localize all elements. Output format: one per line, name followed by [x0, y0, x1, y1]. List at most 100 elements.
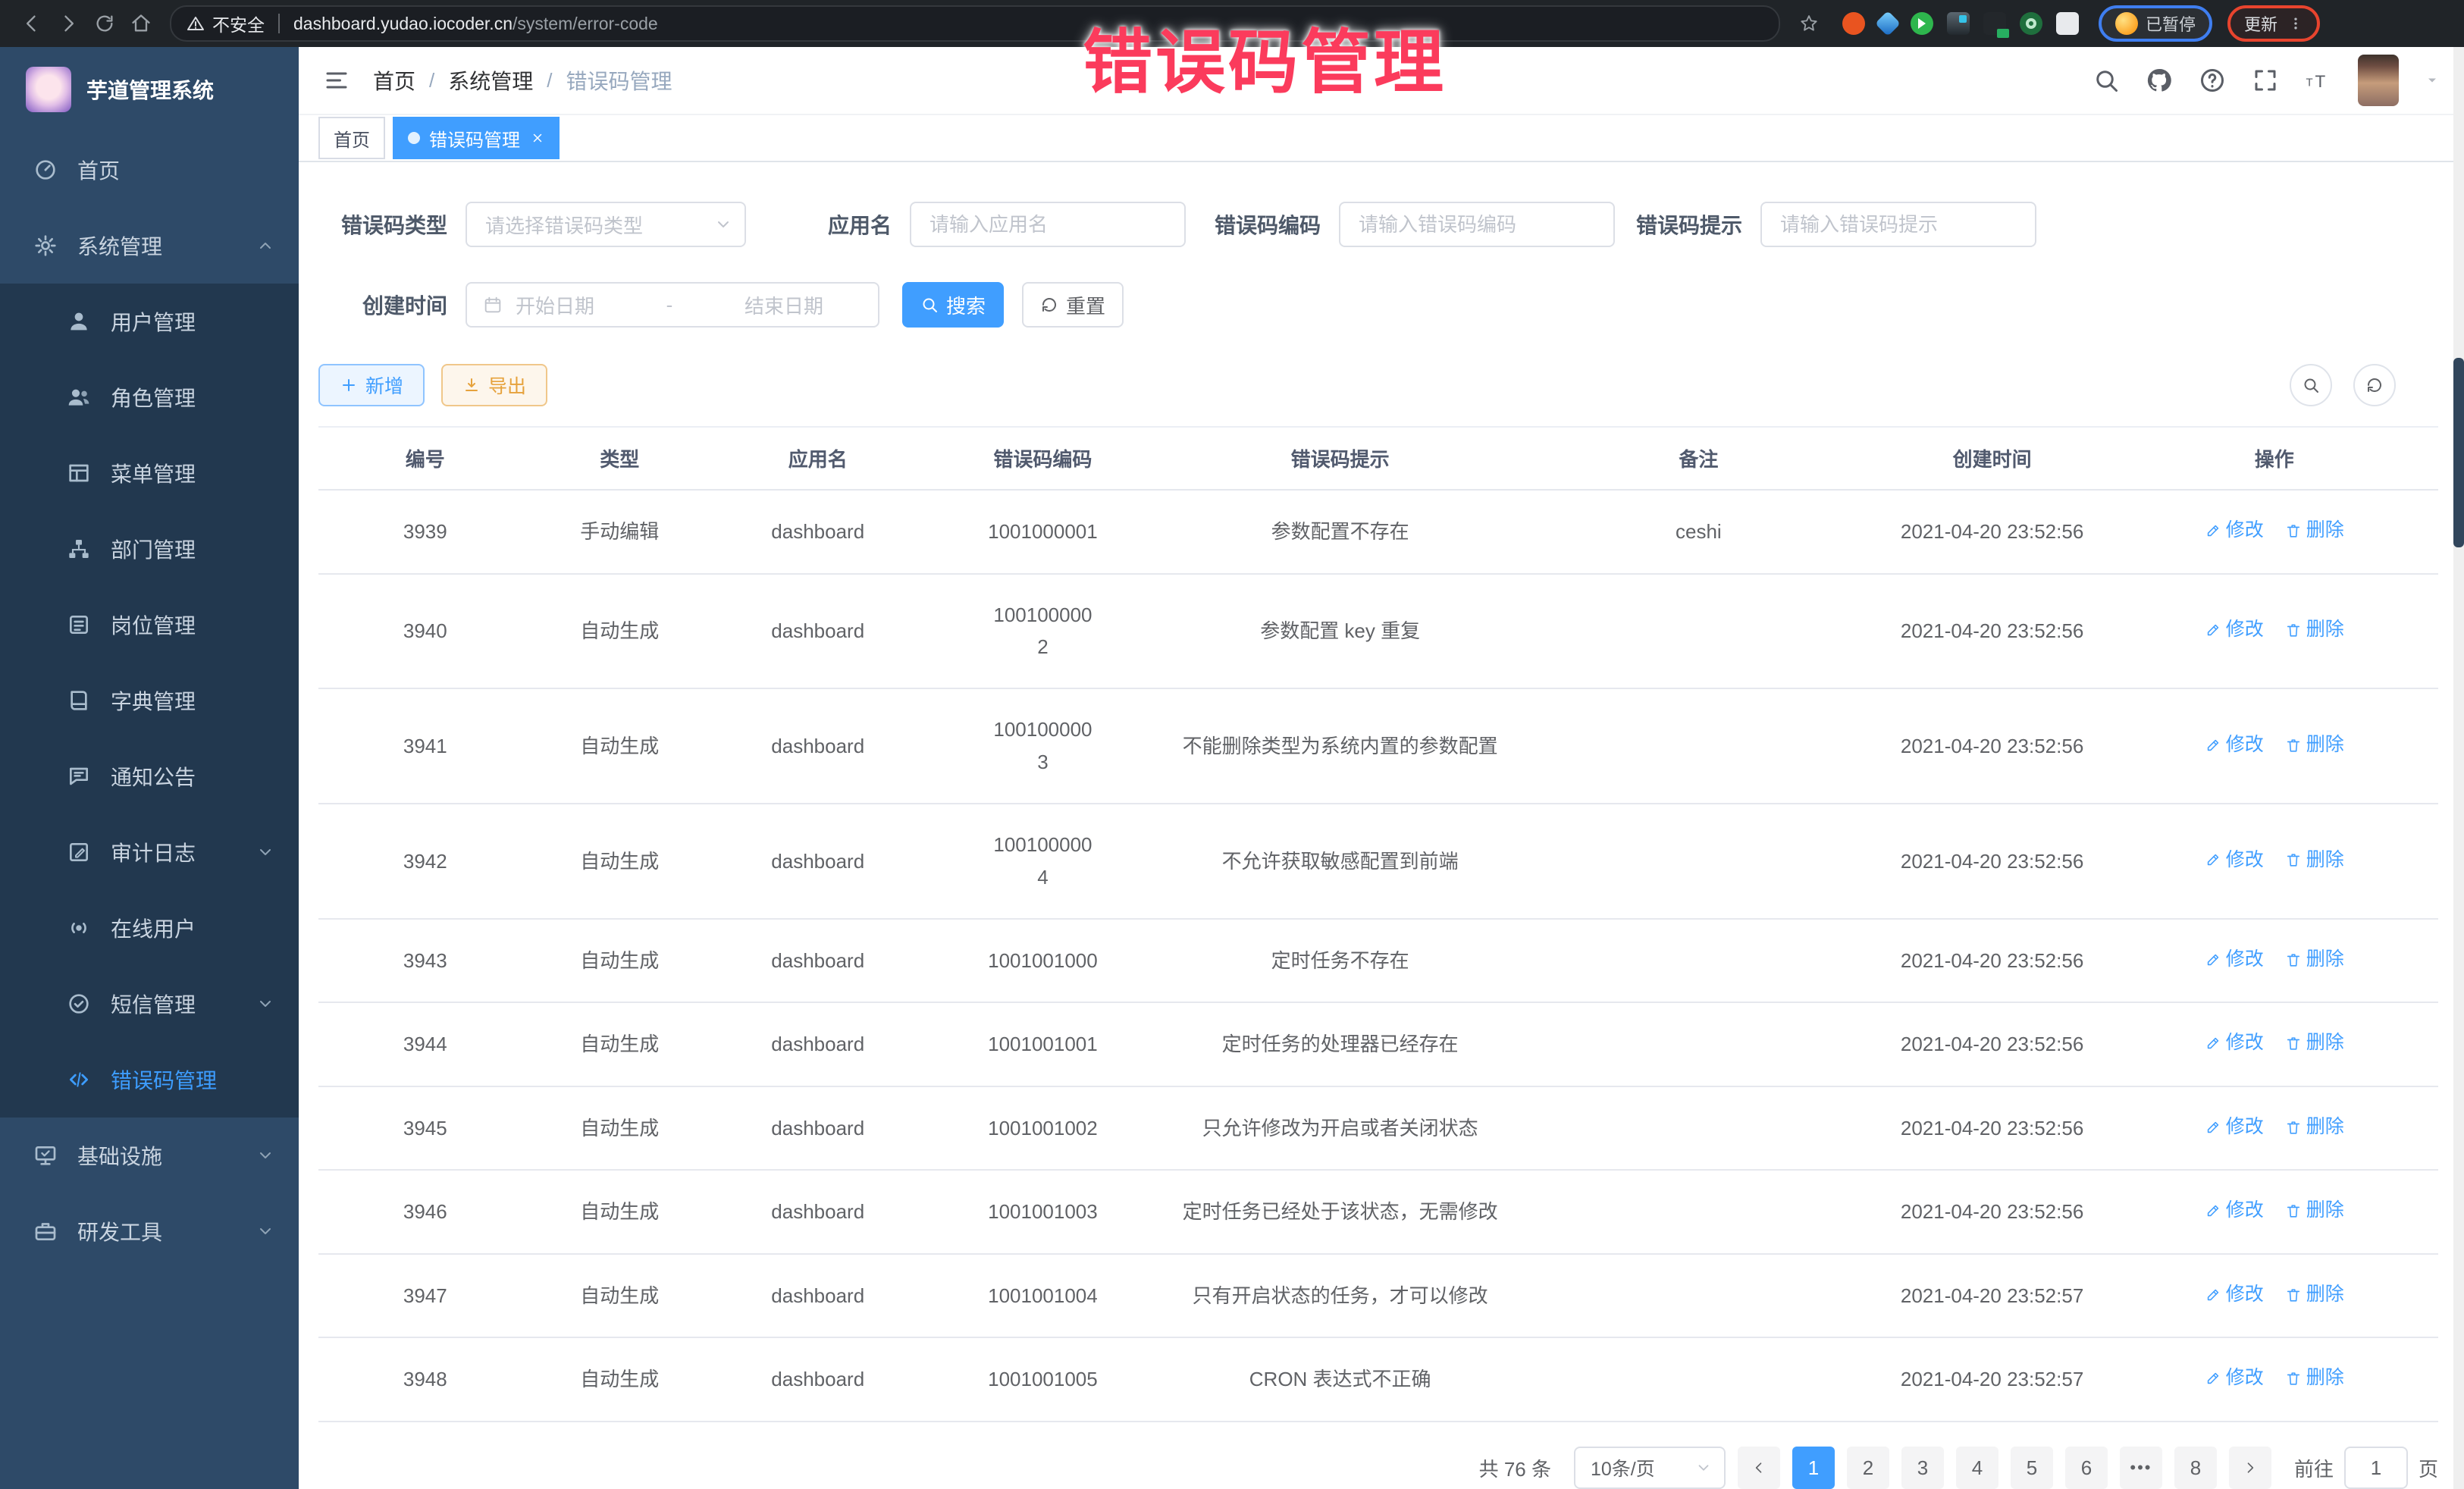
browser-update-button[interactable]: 更新 — [2227, 5, 2320, 42]
date-range-picker[interactable]: 开始日期 - 结束日期 — [466, 282, 879, 328]
page-6-button[interactable]: 6 — [2065, 1447, 2108, 1489]
delete-link[interactable]: 删除 — [2285, 1027, 2344, 1058]
error-hint-input[interactable] — [1762, 203, 2035, 246]
refresh-table-button[interactable] — [2353, 364, 2396, 406]
edit-link[interactable]: 修改 — [2205, 1279, 2264, 1310]
delete-link[interactable]: 删除 — [2285, 614, 2344, 645]
export-button[interactable]: 导出 — [441, 364, 547, 406]
sidebar-item-audit-log[interactable]: 审计日志 — [0, 814, 299, 890]
extension-blue-gem-icon[interactable] — [1875, 11, 1901, 36]
error-code-input[interactable] — [1340, 203, 1613, 246]
tab-item[interactable]: 首页 — [318, 117, 385, 159]
app-logo[interactable]: 芋道管理系统 — [0, 47, 299, 132]
sidebar-item-role[interactable]: 角色管理 — [0, 359, 299, 435]
chevron-down-icon — [256, 1222, 274, 1240]
extension-orange-circle-icon[interactable] — [1842, 12, 1865, 35]
page-size-select[interactable]: 10条/页 — [1574, 1447, 1726, 1489]
delete-link[interactable]: 删除 — [2285, 1362, 2344, 1393]
sidebar-item-system[interactable]: 系统管理 — [0, 208, 299, 284]
delete-link[interactable]: 删除 — [2285, 944, 2344, 975]
sidebar-item-dept[interactable]: 部门管理 — [0, 511, 299, 587]
breadcrumb-item[interactable]: 系统管理 — [448, 65, 533, 96]
delete-link[interactable]: 删除 — [2285, 845, 2344, 876]
sidebar-item-menu[interactable]: 菜单管理 — [0, 435, 299, 511]
cell-app: dashboard — [707, 1002, 929, 1086]
edit-link[interactable]: 修改 — [2205, 845, 2264, 876]
extension-green-play-icon[interactable] — [1911, 12, 1933, 35]
page-more-button[interactable]: ••• — [2120, 1447, 2162, 1489]
sidebar-item-post[interactable]: 岗位管理 — [0, 587, 299, 663]
tab-active[interactable]: 错误码管理 — [393, 117, 560, 159]
extension-grid-icon[interactable] — [1947, 12, 1970, 35]
page-scrollbar[interactable] — [2453, 47, 2464, 1489]
goto-page-input[interactable] — [2344, 1447, 2408, 1489]
page-4-button[interactable]: 4 — [1956, 1447, 1998, 1489]
address-bar[interactable]: 不安全 dashboard.yudao.iocoder.cn/system/er… — [170, 5, 1780, 42]
delete-link[interactable]: 删除 — [2285, 515, 2344, 546]
help-icon[interactable] — [2199, 67, 2226, 94]
browser-menu-icon[interactable] — [2288, 13, 2303, 34]
edit-link[interactable]: 修改 — [2205, 1362, 2264, 1393]
header-search-icon[interactable] — [2093, 67, 2120, 94]
delete-link[interactable]: 删除 — [2285, 1111, 2344, 1143]
sidebar-item-dev-tools[interactable]: 研发工具 — [0, 1193, 299, 1269]
edit-icon — [2205, 1119, 2221, 1136]
breadcrumb-item[interactable]: 首页 — [373, 65, 415, 96]
bookmark-star-icon[interactable] — [1792, 7, 1826, 40]
edit-link[interactable]: 修改 — [2205, 1027, 2264, 1058]
next-page-button[interactable] — [2229, 1447, 2271, 1489]
page-2-button[interactable]: 2 — [1847, 1447, 1889, 1489]
extension-tab-manager-icon[interactable] — [1983, 12, 2006, 35]
search-button[interactable]: 搜索 — [902, 282, 1004, 328]
font-size-icon[interactable]: TT — [2305, 67, 2332, 94]
reload-icon[interactable] — [88, 7, 121, 40]
edit-link[interactable]: 修改 — [2205, 729, 2264, 760]
delete-link[interactable]: 删除 — [2285, 1195, 2344, 1226]
fullscreen-icon[interactable] — [2252, 67, 2279, 94]
cell-note — [1523, 574, 1874, 689]
cell-time: 2021-04-20 23:52:56 — [1874, 688, 2111, 804]
forward-icon[interactable] — [52, 7, 85, 40]
sidebar-item-home[interactable]: 首页 — [0, 132, 299, 208]
github-icon[interactable] — [2146, 67, 2173, 94]
cell-type: 自动生成 — [532, 1254, 707, 1338]
sidebar-item-user[interactable]: 用户管理 — [0, 284, 299, 359]
edit-link[interactable]: 修改 — [2205, 1111, 2264, 1143]
edit-link[interactable]: 修改 — [2205, 944, 2264, 975]
sidebar-item-sms[interactable]: 短信管理 — [0, 966, 299, 1042]
extension-puzzle-icon[interactable] — [2056, 12, 2079, 35]
total-count: 共 76 条 — [1479, 1454, 1551, 1482]
reset-button[interactable]: 重置 — [1022, 282, 1124, 328]
scrollbar-thumb[interactable] — [2453, 358, 2464, 547]
page-3-button[interactable]: 3 — [1901, 1447, 1944, 1489]
page-8-button[interactable]: 8 — [2174, 1447, 2217, 1489]
edit-link[interactable]: 修改 — [2205, 515, 2264, 546]
org-icon — [67, 537, 91, 561]
delete-link[interactable]: 删除 — [2285, 729, 2344, 760]
delete-link[interactable]: 删除 — [2285, 1279, 2344, 1310]
sidebar-item-error-code[interactable]: 错误码管理 — [0, 1042, 299, 1118]
page-5-button[interactable]: 5 — [2011, 1447, 2053, 1489]
sidebar-item-dict[interactable]: 字典管理 — [0, 663, 299, 738]
home-icon[interactable] — [124, 7, 158, 40]
sidebar-item-infra[interactable]: 基础设施 — [0, 1118, 299, 1193]
close-icon[interactable] — [531, 131, 544, 145]
show-search-toggle-button[interactable] — [2290, 364, 2332, 406]
hamburger-icon[interactable] — [323, 67, 350, 94]
edit-link[interactable]: 修改 — [2205, 614, 2264, 645]
back-icon[interactable] — [15, 7, 49, 40]
add-button[interactable]: 新增 — [318, 364, 425, 406]
sidebar-item-notice[interactable]: 通知公告 — [0, 738, 299, 814]
error-type-select[interactable]: 请选择错误码类型 — [466, 202, 746, 247]
app-name-input[interactable] — [911, 203, 1184, 246]
page-1-button[interactable]: 1 — [1792, 1447, 1835, 1489]
browser-profile-chip[interactable]: 已暂停 — [2099, 5, 2212, 42]
avatar-caret-icon[interactable] — [2425, 73, 2440, 88]
prev-page-button[interactable] — [1738, 1447, 1780, 1489]
cell-time: 2021-04-20 23:52:56 — [1874, 574, 2111, 689]
sidebar-item-online-user[interactable]: 在线用户 — [0, 890, 299, 966]
cell-type: 自动生成 — [532, 1086, 707, 1171]
edit-link[interactable]: 修改 — [2205, 1195, 2264, 1226]
extension-green-key-icon[interactable] — [2020, 12, 2042, 35]
user-avatar[interactable] — [2358, 55, 2399, 106]
